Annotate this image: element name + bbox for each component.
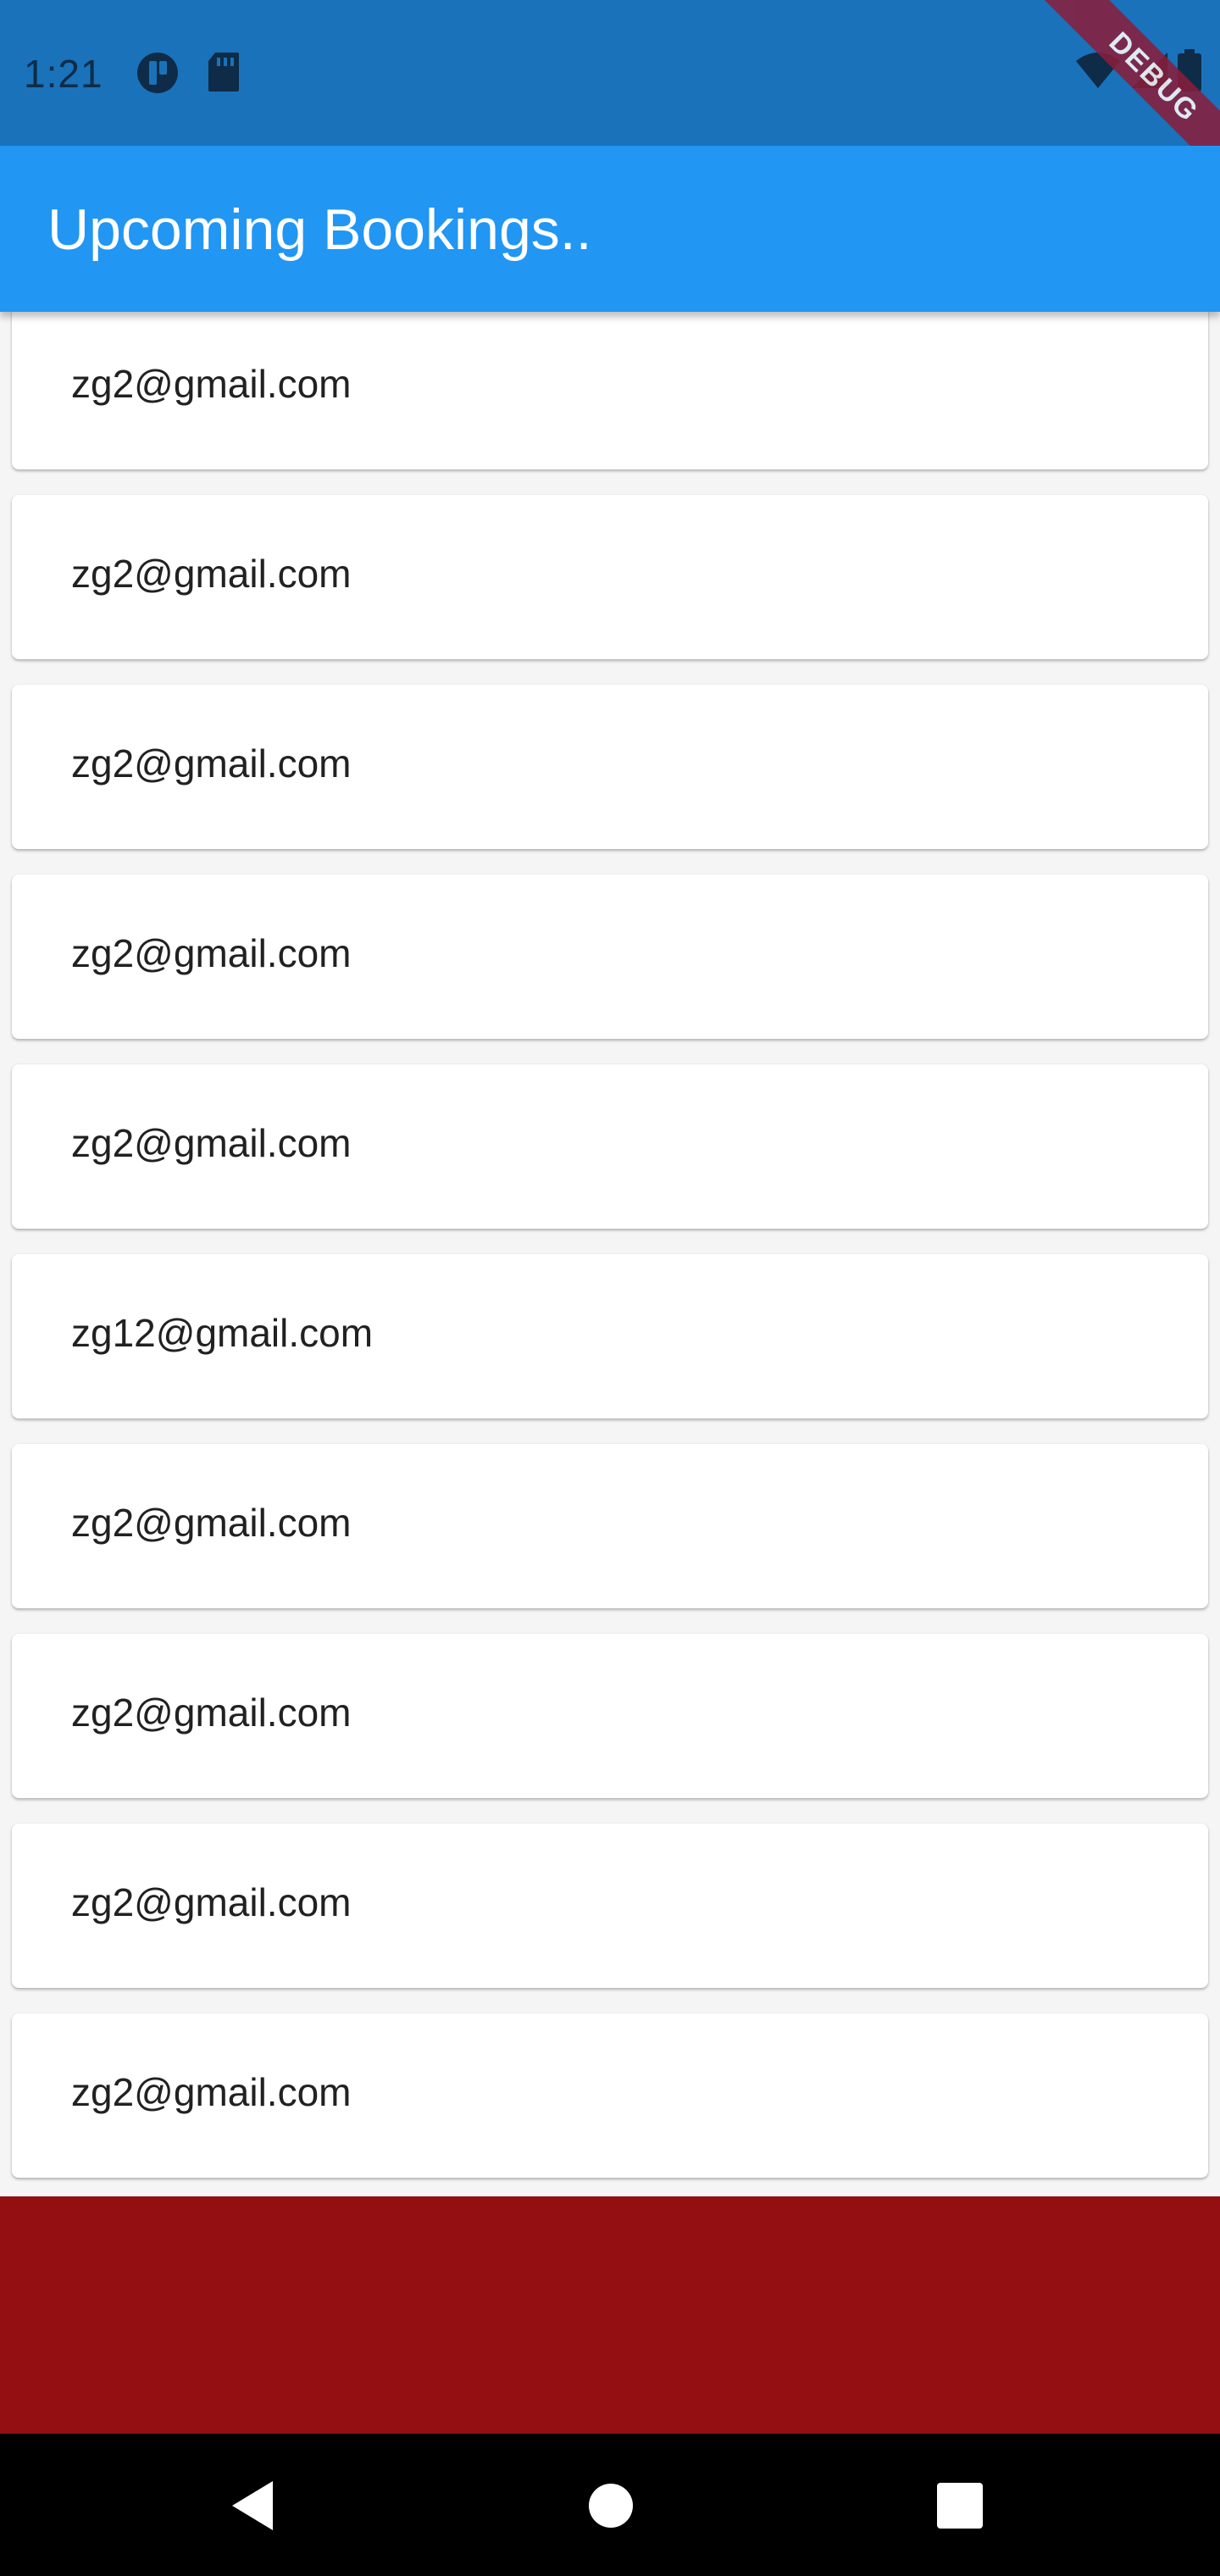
booking-email: zg2@gmail.com: [71, 552, 352, 596]
booking-email: zg2@gmail.com: [71, 1880, 352, 1924]
booking-card[interactable]: zg2@gmail.com: [12, 2013, 1208, 2178]
booking-card[interactable]: zg12@gmail.com: [12, 1254, 1208, 1418]
navigation-bar: [0, 2434, 1220, 2576]
footer-bar: [0, 2196, 1220, 2434]
booking-email: zg2@gmail.com: [71, 741, 352, 786]
booking-email: zg2@gmail.com: [71, 2070, 352, 2114]
booking-email: zg12@gmail.com: [71, 1311, 374, 1355]
app-bar: Upcoming Bookings..: [0, 146, 1220, 312]
home-icon[interactable]: [581, 2476, 640, 2535]
booking-card[interactable]: zg2@gmail.com: [12, 312, 1208, 469]
page-title: Upcoming Bookings..: [47, 197, 592, 262]
sd-card-icon: [207, 51, 241, 97]
app-circle-icon: [136, 51, 180, 99]
booking-email: zg2@gmail.com: [71, 1690, 352, 1735]
booking-card[interactable]: zg2@gmail.com: [12, 685, 1208, 849]
booking-email: zg2@gmail.com: [71, 931, 352, 975]
booking-email: zg2@gmail.com: [71, 362, 352, 406]
recents-icon[interactable]: [930, 2476, 990, 2535]
back-icon[interactable]: [224, 2476, 283, 2535]
status-bar: 1:21 DEBUG: [0, 0, 1220, 146]
booking-card[interactable]: zg2@gmail.com: [12, 874, 1208, 1039]
booking-card[interactable]: zg2@gmail.com: [12, 1064, 1208, 1229]
booking-card[interactable]: zg2@gmail.com: [12, 1824, 1208, 1988]
booking-email: zg2@gmail.com: [71, 1121, 352, 1165]
booking-card[interactable]: zg2@gmail.com: [12, 495, 1208, 659]
status-time: 1:21: [24, 52, 103, 96]
booking-email: zg2@gmail.com: [71, 1501, 352, 1545]
booking-card[interactable]: zg2@gmail.com: [12, 1444, 1208, 1608]
booking-card[interactable]: zg2@gmail.com: [12, 1634, 1208, 1798]
bookings-list[interactable]: zg2@gmail.com zg2@gmail.com zg2@gmail.co…: [0, 312, 1220, 2196]
